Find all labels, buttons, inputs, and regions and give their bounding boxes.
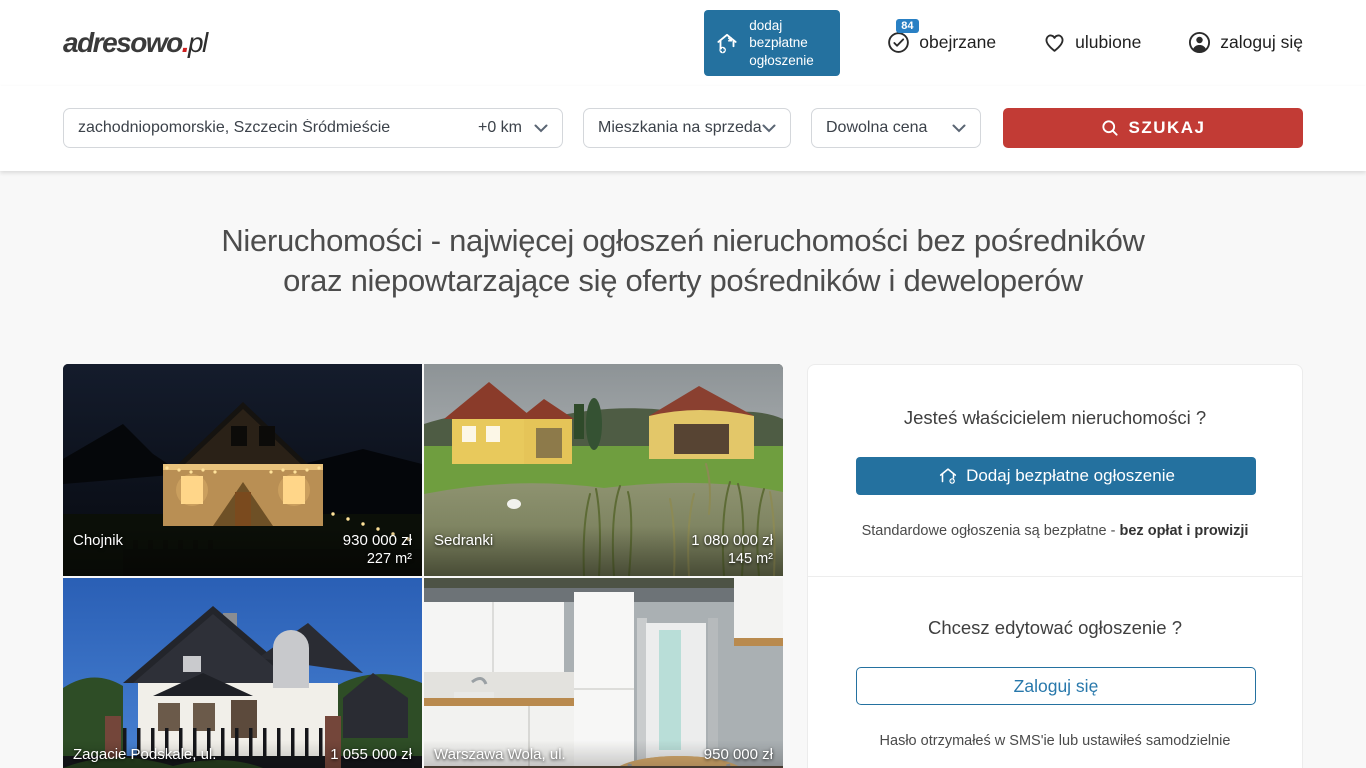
listing-overlay: Chojnik 930 000 zł 227 m² bbox=[63, 526, 422, 576]
login-button[interactable]: Zaloguj się bbox=[856, 667, 1256, 705]
page-title: Nieruchomości - najwięcej ogłoszeń nieru… bbox=[0, 171, 1366, 301]
add-listing-label: dodaj bezpłatne ogłoszenie bbox=[749, 17, 828, 70]
category-value: Mieszkania na sprzedaż bbox=[598, 119, 762, 137]
listing-area: 227 m² bbox=[73, 549, 412, 569]
listing-overlay: Warszawa Wola, ul. 950 000 zł bbox=[424, 740, 783, 768]
listing-area bbox=[73, 763, 412, 768]
viewed-check-icon: 84 bbox=[886, 30, 911, 55]
chevron-down-icon bbox=[762, 124, 776, 133]
owner-section-title: Jesteś właścicielem nieruchomości ? bbox=[856, 407, 1254, 429]
search-submit-label: SZUKAJ bbox=[1128, 118, 1205, 138]
add-free-listing-label: Dodaj bezpłatne ogłoszenie bbox=[966, 466, 1175, 486]
page-title-line1: Nieruchomości - najwięcej ogłoszeń nieru… bbox=[0, 221, 1366, 261]
listing-name: Chojnik bbox=[73, 532, 123, 549]
house-plus-icon bbox=[714, 30, 740, 56]
price-select[interactable]: Dowolna cena bbox=[811, 108, 981, 148]
nav-favorites[interactable]: ulubione bbox=[1042, 30, 1141, 55]
nav-favorites-label: ulubione bbox=[1075, 32, 1141, 53]
category-select[interactable]: Mieszkania na sprzedaż bbox=[583, 108, 791, 148]
brand-logo[interactable]: adresowo.pl bbox=[63, 27, 207, 59]
chevron-down-icon bbox=[534, 124, 548, 133]
edit-section-note: Hasło otrzymałeś w SMS'ie lub ustawiłeś … bbox=[856, 733, 1254, 749]
nav-viewed-label: obejrzane bbox=[919, 32, 996, 53]
listing-price: 950 000 zł bbox=[704, 746, 773, 763]
user-circle-icon bbox=[1187, 30, 1212, 55]
owner-section-note: Standardowe ogłoszenia są bezpłatne - be… bbox=[856, 523, 1254, 539]
listing-name: Warszawa Wola, ul. bbox=[434, 746, 566, 763]
owner-note-bold: bez opłat i prowizji bbox=[1120, 523, 1249, 539]
listing-card[interactable]: Chojnik 930 000 zł 227 m² bbox=[63, 364, 422, 576]
edit-section: Chcesz edytować ogłoszenie ? Zaloguj się… bbox=[808, 576, 1302, 768]
radius-value: +0 km bbox=[478, 119, 534, 137]
top-navigation: dodaj bezpłatne ogłoszenie 84 obejrzane … bbox=[704, 10, 1303, 77]
listing-price: 930 000 zł bbox=[343, 532, 412, 549]
search-bar: zachodniopomorskie, Szczecin Śródmieście… bbox=[0, 86, 1366, 171]
top-bar: adresowo.pl dodaj bezpłatne ogłoszenie 8… bbox=[0, 0, 1366, 86]
page-title-line2: oraz niepowtarzające się oferty pośredni… bbox=[0, 261, 1366, 301]
listing-card[interactable]: Warszawa Wola, ul. 950 000 zł bbox=[424, 578, 783, 768]
house-plus-icon bbox=[937, 465, 959, 487]
listing-name: Sedranki bbox=[434, 532, 493, 549]
viewed-count-badge: 84 bbox=[896, 19, 918, 33]
chevron-down-icon bbox=[952, 124, 966, 133]
brand-name: adresowo bbox=[63, 27, 182, 58]
price-value: Dowolna cena bbox=[826, 119, 952, 137]
nav-login[interactable]: zaloguj się bbox=[1187, 30, 1303, 55]
edit-section-title: Chcesz edytować ogłoszenie ? bbox=[856, 617, 1254, 639]
search-icon bbox=[1100, 118, 1120, 138]
location-value: zachodniopomorskie, Szczecin Śródmieście bbox=[78, 119, 478, 137]
location-input[interactable]: zachodniopomorskie, Szczecin Śródmieście… bbox=[63, 108, 563, 148]
sidebar-panel: Jesteś właścicielem nieruchomości ? Doda… bbox=[807, 364, 1303, 768]
nav-viewed[interactable]: 84 obejrzane bbox=[886, 30, 996, 55]
heart-icon bbox=[1042, 30, 1067, 55]
listing-card[interactable]: Sedranki 1 080 000 zł 145 m² bbox=[424, 364, 783, 576]
listing-name: Zagacie Podskale, ul. bbox=[73, 746, 216, 763]
listings-grid: Chojnik 930 000 zł 227 m² bbox=[63, 364, 783, 768]
listing-area: 145 m² bbox=[434, 549, 773, 569]
listing-card[interactable]: Zagacie Podskale, ul. 1 055 000 zł bbox=[63, 578, 422, 768]
listing-price: 1 055 000 zł bbox=[330, 746, 412, 763]
owner-note-text: Standardowe ogłoszenia są bezpłatne - bbox=[862, 523, 1120, 539]
listing-overlay: Zagacie Podskale, ul. 1 055 000 zł bbox=[63, 740, 422, 768]
nav-login-label: zaloguj się bbox=[1220, 32, 1303, 53]
brand-tld: pl bbox=[188, 27, 207, 58]
listing-area bbox=[434, 763, 773, 768]
owner-section: Jesteś właścicielem nieruchomości ? Doda… bbox=[808, 365, 1302, 576]
add-listing-button[interactable]: dodaj bezpłatne ogłoszenie bbox=[704, 10, 840, 77]
add-free-listing-button[interactable]: Dodaj bezpłatne ogłoszenie bbox=[856, 457, 1256, 495]
listing-price: 1 080 000 zł bbox=[691, 532, 773, 549]
main-content: Nieruchomości - najwięcej ogłoszeń nieru… bbox=[0, 171, 1366, 768]
listing-overlay: Sedranki 1 080 000 zł 145 m² bbox=[424, 526, 783, 576]
search-submit-button[interactable]: SZUKAJ bbox=[1003, 108, 1303, 148]
